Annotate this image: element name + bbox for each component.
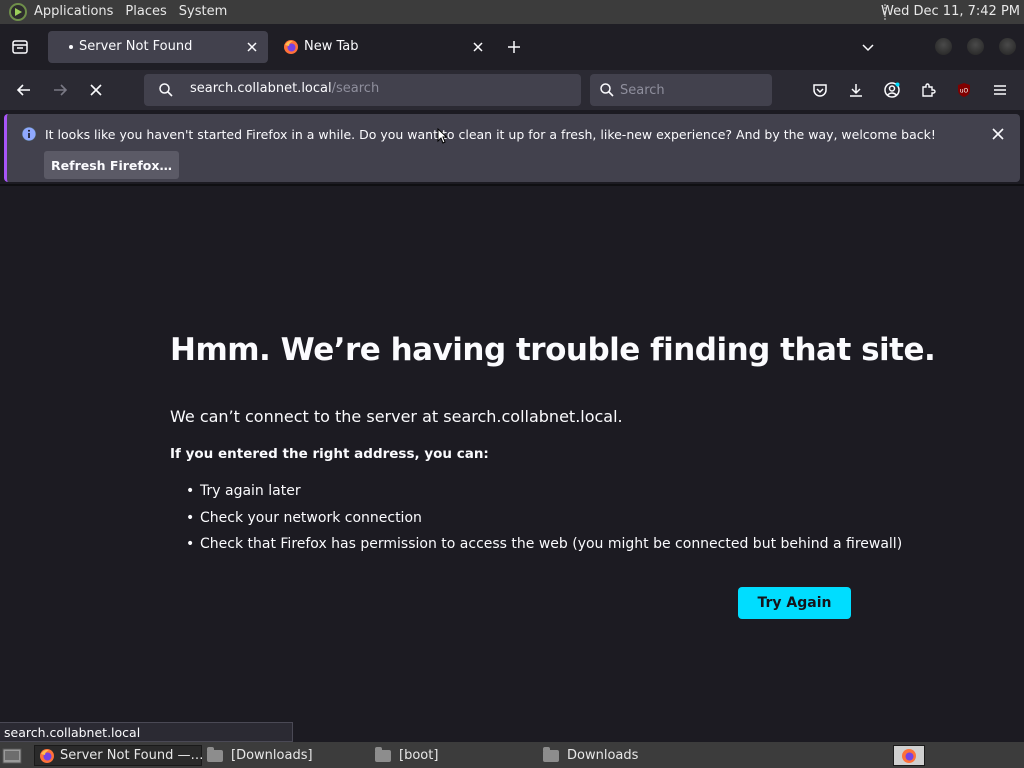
maximize-window-icon[interactable]	[967, 38, 984, 55]
list-item: Check that Firefox has permission to acc…	[186, 531, 902, 558]
list-item: Check your network connection	[186, 505, 902, 532]
folder-icon	[207, 746, 223, 762]
error-page: Hmm. We’re having trouble finding that s…	[0, 186, 1024, 742]
url-host: search.collabnet.local	[190, 81, 332, 96]
system-menu[interactable]: System	[173, 0, 233, 24]
taskbar-item-label: Downloads	[567, 748, 639, 763]
suggestions-intro: If you entered the right address, you ca…	[170, 446, 489, 462]
taskbar-item-label: [boot]	[399, 748, 439, 763]
taskbar-item-boot[interactable]: [boot]	[375, 745, 535, 766]
top-panel: Applications Places System Wed Dec 11, 7…	[0, 0, 1024, 24]
search-icon	[158, 82, 174, 98]
show-desktop-icon[interactable]	[2, 745, 24, 766]
folder-icon	[375, 746, 391, 762]
notification-message: It looks like you haven't started Firefo…	[45, 127, 936, 142]
refresh-firefox-button[interactable]: Refresh Firefox…	[44, 151, 179, 179]
close-icon[interactable]	[990, 126, 1006, 142]
tab-label: Server Not Found	[79, 39, 193, 54]
taskbar-item-downloads-bracketed[interactable]: [Downloads]	[207, 745, 367, 766]
try-again-button[interactable]: Try Again	[738, 587, 851, 619]
page-title: Hmm. We’re having trouble finding that s…	[170, 332, 936, 368]
taskbar-item-label: [Downloads]	[231, 748, 313, 763]
places-menu[interactable]: Places	[119, 0, 172, 24]
extensions-puzzle-icon[interactable]	[916, 78, 940, 102]
bottom-taskbar: Server Not Found —… [Downloads] [boot] D…	[0, 742, 1024, 768]
search-icon	[599, 82, 615, 98]
gnome-logo-icon[interactable]	[8, 2, 28, 22]
hamburger-menu-icon[interactable]	[988, 78, 1012, 102]
firefox-icon	[39, 748, 55, 764]
forward-arrow-icon[interactable]	[48, 78, 72, 102]
tab-list-icon[interactable]	[8, 35, 32, 59]
workspace-switcher[interactable]	[893, 745, 925, 766]
firefox-icon	[283, 39, 299, 55]
applications-menu[interactable]: Applications	[28, 0, 119, 24]
minimize-window-icon[interactable]	[935, 38, 952, 55]
taskbar-item-downloads[interactable]: Downloads	[543, 745, 703, 766]
tab-label: New Tab	[304, 39, 359, 54]
tab-server-not-found[interactable]: Server Not Found	[48, 31, 268, 63]
back-arrow-icon[interactable]	[12, 78, 36, 102]
notification-bar: It looks like you haven't started Firefo…	[4, 114, 1020, 182]
stop-loading-icon[interactable]	[84, 78, 108, 102]
svg-text:uO: uO	[960, 88, 969, 95]
taskbar-item-label: Server Not Found —…	[60, 748, 204, 763]
pocket-icon[interactable]	[808, 78, 832, 102]
folder-icon	[543, 746, 559, 762]
error-description: We can’t connect to the server at search…	[170, 407, 623, 426]
tab-strip: Server Not Found New Tab	[0, 24, 1024, 70]
search-bar[interactable]	[590, 74, 772, 106]
url-path: /search	[331, 81, 380, 96]
navigation-toolbar: search.collabnet.local/search uO	[0, 70, 1024, 110]
new-tab-plus-icon[interactable]	[502, 35, 526, 59]
close-tab-icon[interactable]	[244, 39, 260, 55]
list-all-tabs-chevron-icon[interactable]	[856, 35, 880, 59]
tab-new-tab[interactable]: New Tab	[276, 31, 494, 63]
url-text[interactable]: search.collabnet.local/search	[190, 81, 379, 96]
suggestions-list: Try again later Check your network conne…	[186, 478, 902, 558]
mouse-cursor-icon	[437, 128, 447, 144]
account-icon[interactable]	[880, 78, 904, 102]
loading-dot-icon	[69, 45, 73, 49]
list-item: Try again later	[186, 478, 902, 505]
search-input[interactable]	[620, 80, 760, 100]
status-link-preview: search.collabnet.local	[0, 722, 293, 742]
close-window-icon[interactable]	[999, 38, 1016, 55]
close-tab-icon[interactable]	[470, 39, 486, 55]
address-bar[interactable]: search.collabnet.local/search	[144, 74, 581, 106]
taskbar-item-firefox[interactable]: Server Not Found —…	[34, 745, 204, 766]
info-icon	[21, 126, 37, 142]
ublock-origin-icon[interactable]: uO	[952, 78, 976, 102]
downloads-icon[interactable]	[844, 78, 868, 102]
clock[interactable]: Wed Dec 11, 7:42 PM	[881, 0, 1020, 24]
